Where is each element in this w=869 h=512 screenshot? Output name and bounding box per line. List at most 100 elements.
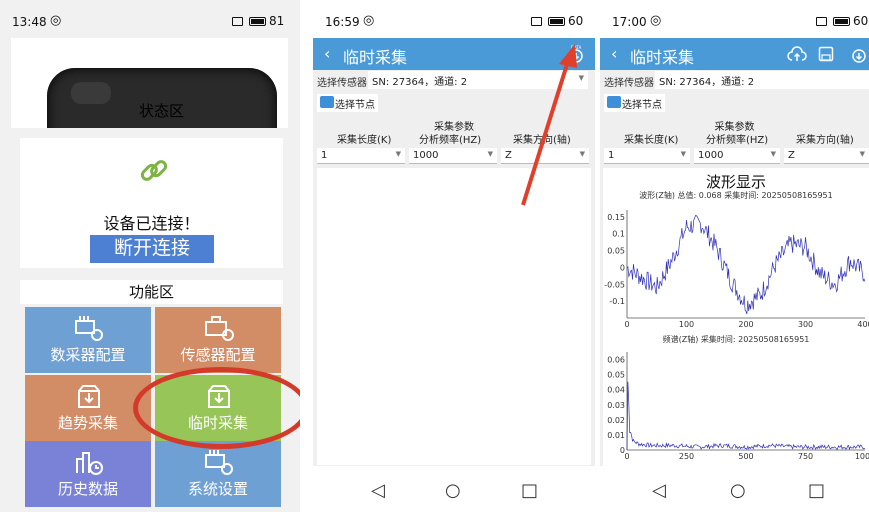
nav-recents-icon[interactable]: □ (808, 480, 825, 501)
connection-status-text: 设备已连接！ (103, 214, 200, 233)
back-icon[interactable]: ‹ (611, 44, 617, 63)
direction-select[interactable]: Z ▼ (784, 148, 869, 164)
cloud-upload-icon[interactable] (787, 45, 807, 63)
tile-history-data[interactable]: 历史数据 (25, 441, 151, 507)
waveform-chart: 0.15 0.1 0.05 0 -0.05 -0.1 0 100 200 300 400 (604, 210, 869, 329)
tile-collector-config[interactable]: 数采器配置 (25, 307, 151, 373)
x-tick-label: 1000 (855, 452, 869, 461)
x-tick-label: 0 (624, 320, 629, 329)
x-tick-label: 200 (738, 320, 753, 329)
col-length: 采集长度(K) (337, 135, 392, 146)
y-tick-label: 0.1 (612, 230, 625, 239)
history-data-icon (76, 452, 103, 475)
nav-bar: ◁ ○ □ (600, 466, 869, 512)
spectrum-chart: 0.060.050.040.030.020.01002505007501000 (607, 352, 869, 461)
annotation-arrow (521, 44, 577, 206)
save-icon[interactable] (818, 46, 834, 62)
col-freq: 分析频率(HZ) (706, 135, 769, 146)
y-tick-label: 0.06 (607, 356, 625, 365)
y-tick-label: 0.15 (607, 213, 625, 222)
page-title: 临时采集 (630, 48, 695, 67)
trend-collect-icon (78, 385, 100, 408)
tile-sensor-config[interactable]: 传感器配置 (155, 307, 281, 373)
length-value: 1 (608, 150, 615, 161)
sensor-select[interactable]: SN: 27364，通道: 2 (655, 71, 869, 89)
spectrum-subtitle: 频谱(Z轴) 采集时间: 20250508165951 (662, 335, 810, 344)
x-tick-label: 400 (857, 320, 869, 329)
battery-level: 81 (269, 14, 285, 28)
app-bar: ‹ 临时采集 (600, 38, 869, 70)
x-tick-label: 0 (624, 452, 629, 461)
disconnect-button[interactable]: 断开连接 (90, 235, 214, 263)
nav-back-icon[interactable]: ◁ (652, 480, 666, 501)
chevron-down-icon: ▼ (770, 150, 776, 158)
freq-select[interactable]: 1000 ▼ (694, 148, 780, 164)
system-settings-icon (205, 450, 233, 475)
select-node-button[interactable]: 选择节点 (317, 94, 378, 112)
nav-bar: ◁ ○ □ (313, 466, 595, 512)
nav-home-icon[interactable]: ○ (730, 480, 746, 501)
series-line (626, 214, 866, 315)
status-bar: 13:48 ◎ 81 (0, 0, 300, 38)
chart-panel: 波形显示 波形(Z轴) 总值: 0.068 采集时间: 202505081659… (603, 168, 869, 466)
sensor-select-label: 选择传感器 (317, 78, 367, 89)
tile-label: 历史数据 (57, 480, 118, 498)
y-tick-label: -0.05 (604, 280, 625, 289)
nfc-icon: ◎ (50, 13, 62, 28)
direction-value: Z (788, 150, 795, 161)
back-icon[interactable]: ‹ (324, 44, 330, 63)
series-line (626, 381, 866, 451)
tile-label: 数采器配置 (50, 346, 126, 364)
chevron-down-icon: ▼ (395, 150, 401, 158)
y-tick-label: 0.04 (607, 386, 625, 395)
phone-home-screen: 13:48 ◎ 81 状态区 设备已连接！ 断开连接 功能区 数采器配置 传感器… (0, 0, 300, 512)
tile-label: 系统设置 (187, 480, 248, 498)
battery-level: 60 (853, 14, 869, 28)
highlight-ring (133, 367, 300, 449)
nav-back-icon[interactable]: ◁ (371, 480, 385, 501)
x-tick-label: 250 (679, 452, 694, 461)
chevron-down-icon: ▼ (859, 150, 865, 158)
y-tick-label: -0.1 (609, 297, 625, 306)
y-tick-label: 0.03 (607, 401, 625, 410)
x-tick-label: 500 (738, 452, 753, 461)
connection-panel: 设备已连接！ 断开连接 (20, 138, 283, 268)
col-freq: 分析频率(HZ) (419, 135, 482, 146)
nfc-icon: ◎ (363, 13, 375, 28)
length-select[interactable]: 1 ▼ (317, 148, 405, 164)
tile-system-settings[interactable]: 系统设置 (155, 441, 281, 507)
y-tick-label: 0.01 (607, 431, 625, 440)
y-tick-label: 0.05 (607, 247, 625, 256)
data-collect-icon[interactable] (850, 45, 868, 63)
x-tick-label: 100 (679, 320, 694, 329)
nfc-icon: ◎ (650, 13, 662, 28)
length-select[interactable]: 1 ▼ (604, 148, 690, 164)
x-tick-label: 750 (798, 452, 813, 461)
y-tick-label: 0 (620, 263, 625, 272)
y-tick-label: 0.02 (607, 416, 625, 425)
col-length: 采集长度(K) (624, 135, 679, 146)
chart-placeholder (317, 168, 591, 465)
freq-value: 1000 (413, 150, 439, 161)
select-node-label: 选择节点 (335, 100, 375, 111)
nav-recents-icon[interactable]: □ (521, 480, 538, 501)
page-title: 临时采集 (343, 48, 408, 67)
link-icon (140, 160, 168, 181)
select-node-button[interactable]: 选择节点 (604, 94, 665, 112)
status-area-label: 状态区 (139, 102, 185, 120)
chevron-down-icon: ▼ (487, 150, 493, 158)
tile-label: 传感器配置 (180, 346, 256, 364)
battery-indicator: 60 (531, 14, 583, 28)
phone-temp-collect-chart: 17:00 ◎ 60 ‹ 临时采集 选择传感器 SN: 27364，通道: 2 … (600, 0, 869, 512)
status-bar: 16:59 ◎ 60 (313, 0, 595, 38)
folder-icon (320, 96, 334, 108)
nav-home-icon[interactable]: ○ (445, 480, 461, 501)
status-bar: 17:00 ◎ 60 (600, 0, 869, 38)
battery-indicator: 81 (232, 14, 284, 28)
y-tick-label: 0.05 (607, 371, 625, 380)
status-time: 13:48 (12, 15, 47, 29)
wave-title: 波形显示 (705, 173, 766, 191)
battery-level: 60 (568, 14, 584, 28)
freq-select[interactable]: 1000 ▼ (409, 148, 497, 164)
sensor-select-value: SN: 27364，通道: 2 (659, 77, 755, 88)
